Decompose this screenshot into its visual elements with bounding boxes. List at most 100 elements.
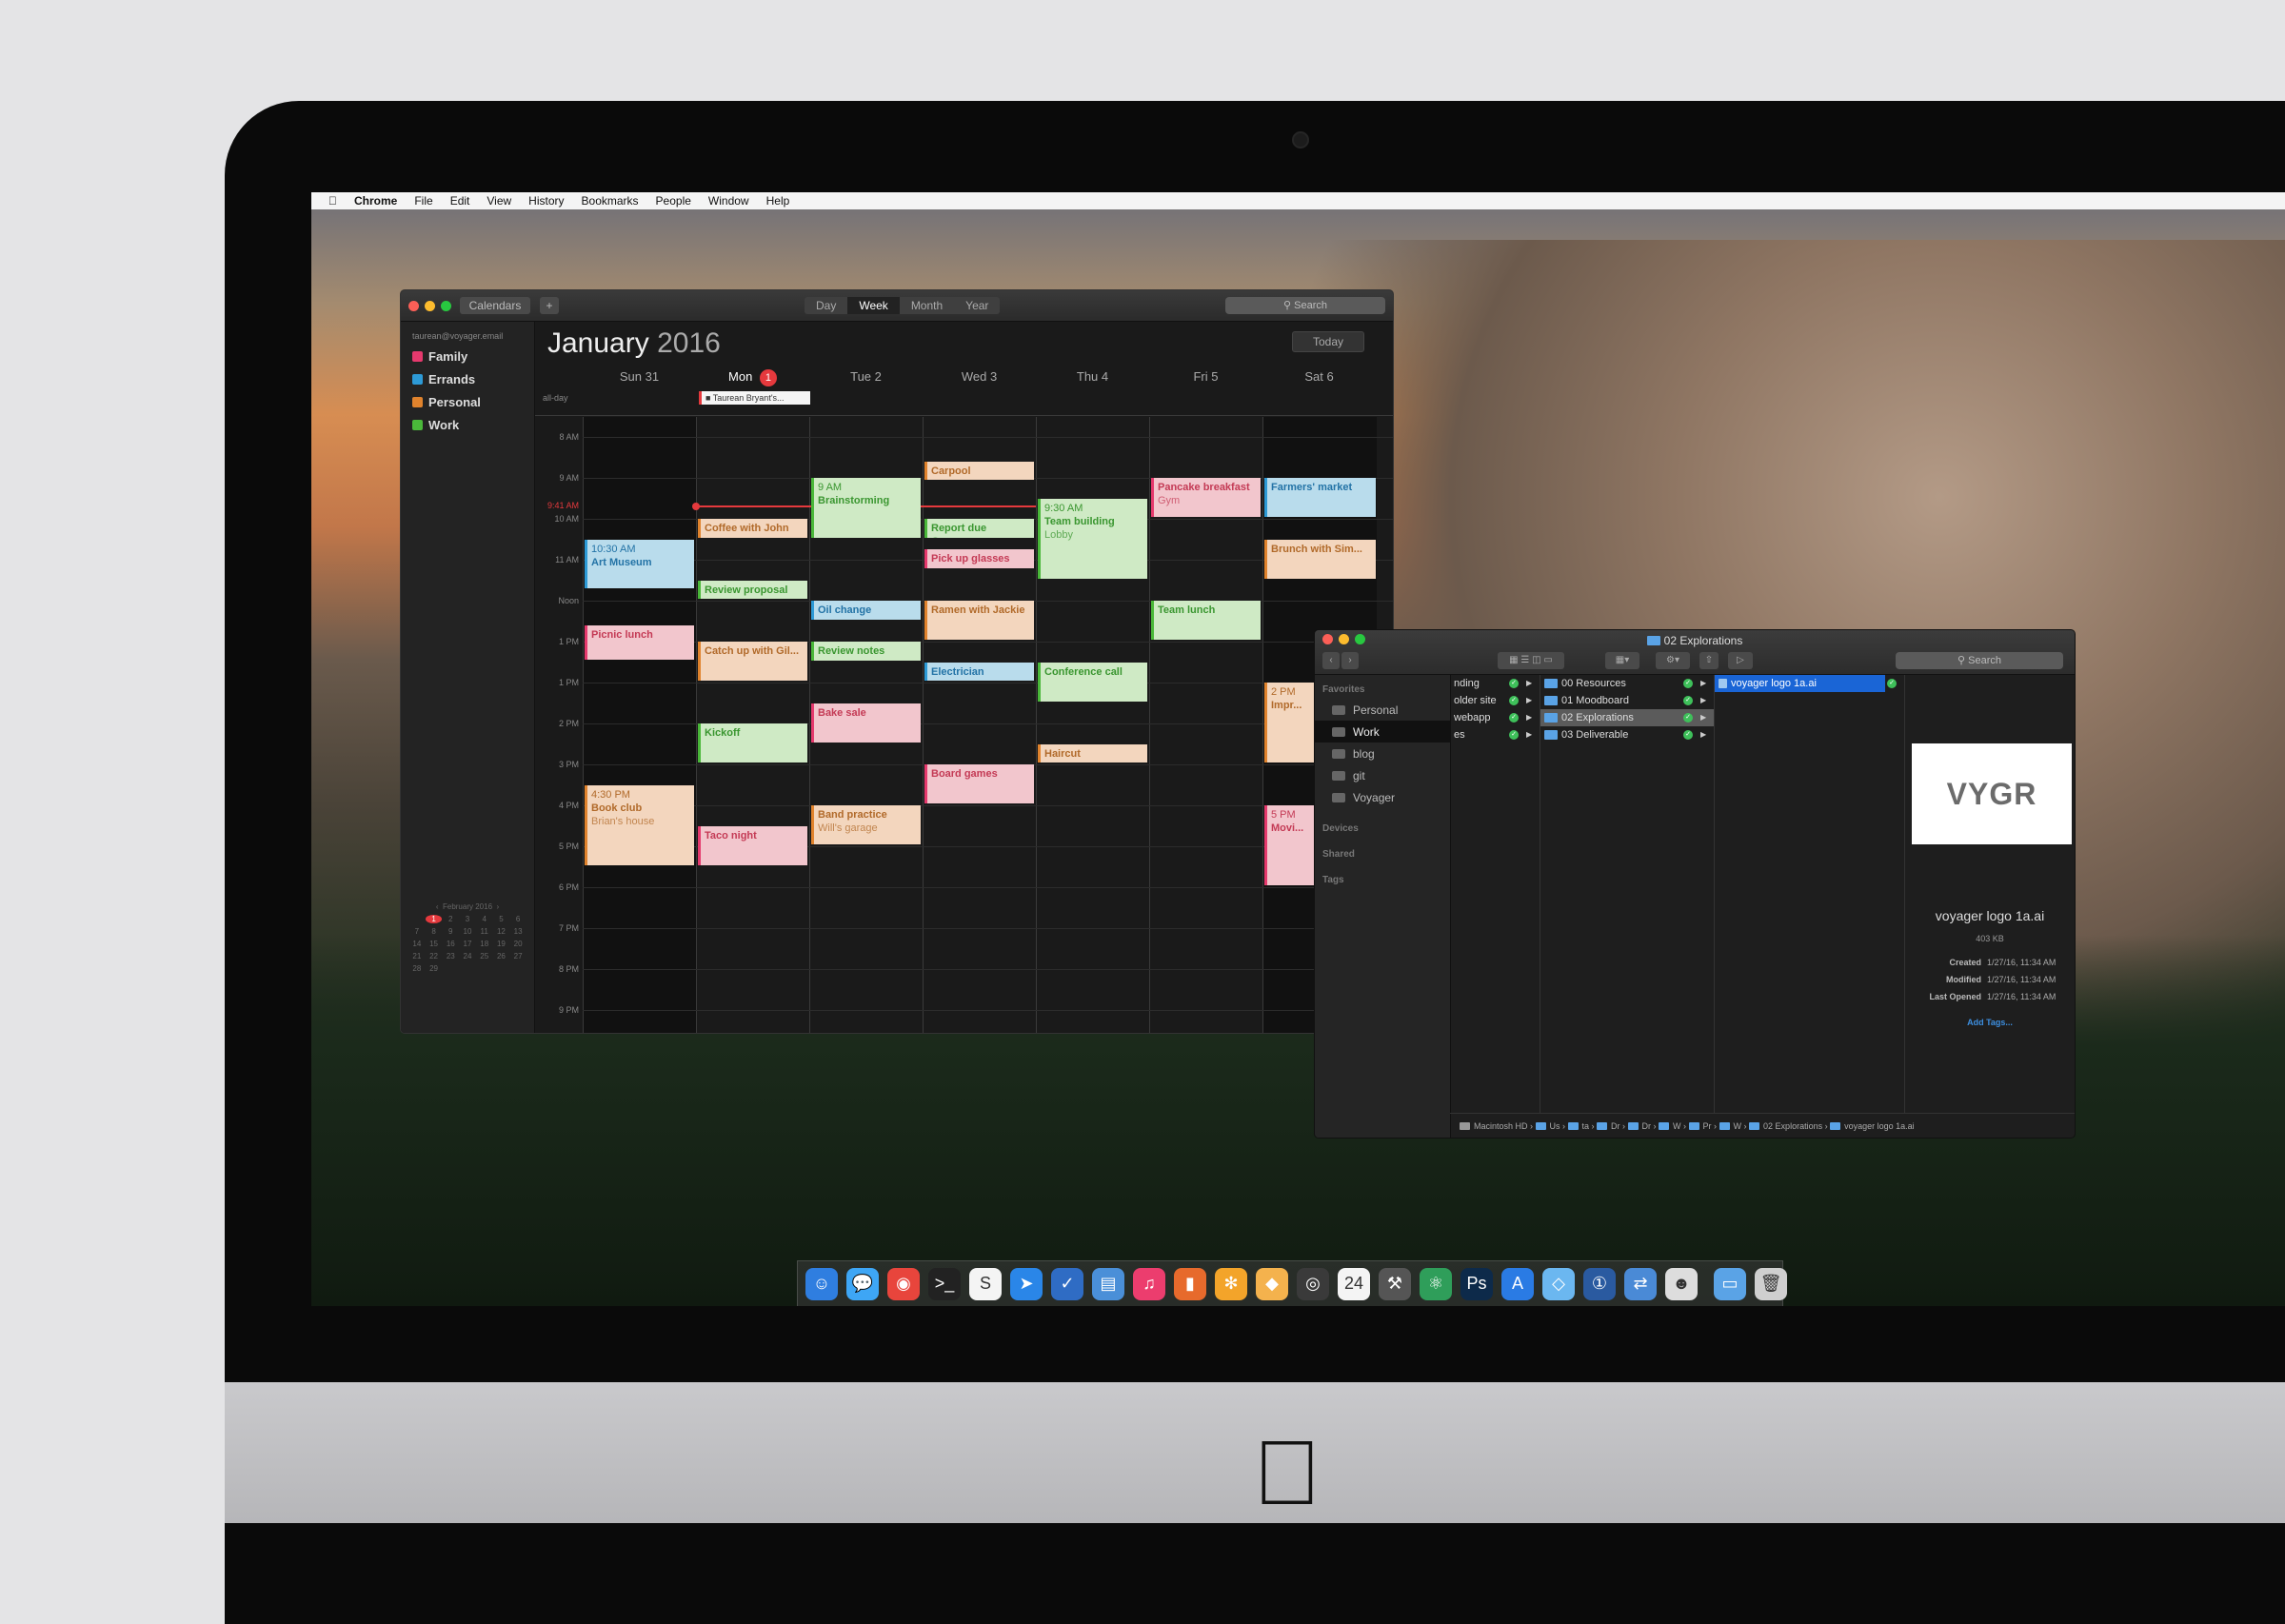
checkbox-icon[interactable]: [412, 397, 423, 407]
day-column[interactable]: [923, 417, 1037, 1033]
file-row[interactable]: nding ✓ ▶: [1450, 675, 1540, 692]
calendar-event[interactable]: Pancake breakfast Gym: [1151, 478, 1261, 517]
calendar-event[interactable]: Review proposal: [698, 580, 807, 599]
calendar-item-personal[interactable]: Personal: [412, 395, 534, 409]
menu-file[interactable]: File: [414, 194, 432, 208]
calendar-event[interactable]: 10:30 AM Art Museum: [585, 539, 694, 589]
mini-day[interactable]: 8: [426, 927, 443, 936]
mini-day[interactable]: 15: [426, 940, 443, 948]
mini-day[interactable]: 9: [442, 927, 459, 936]
dock-wunderlist-icon[interactable]: ✓: [1051, 1267, 1083, 1300]
sidebar-item-blog[interactable]: blog: [1315, 743, 1450, 764]
mini-day[interactable]: 20: [509, 940, 527, 948]
day-column[interactable]: [583, 417, 697, 1033]
finder-search-field[interactable]: ⚲ Search: [1896, 652, 2063, 669]
path-segment[interactable]: voyager logo 1a.ai: [1830, 1121, 1915, 1131]
path-segment[interactable]: W: [1719, 1121, 1741, 1131]
view-tab-year[interactable]: Year: [954, 297, 1000, 314]
menu-window[interactable]: Window: [708, 194, 749, 208]
dock-finder-icon[interactable]: ☺: [805, 1267, 838, 1300]
calendar-event[interactable]: Coffee with John: [698, 519, 807, 538]
mini-day[interactable]: 27: [509, 952, 527, 961]
all-day-event[interactable]: ■ Taurean Bryant's...: [699, 391, 810, 405]
dock-xcode-tools-icon[interactable]: ⚒: [1379, 1267, 1411, 1300]
mini-day[interactable]: 14: [408, 940, 426, 948]
calendar-event[interactable]: Haircut: [1038, 743, 1147, 762]
tags-button[interactable]: ▷: [1728, 652, 1753, 669]
dock-messages-icon[interactable]: 💬: [846, 1267, 879, 1300]
path-segment[interactable]: 02 Explorations: [1749, 1121, 1822, 1131]
dock-instruments-icon[interactable]: ◎: [1297, 1267, 1329, 1300]
dock-terminal-icon[interactable]: >_: [928, 1267, 961, 1300]
mini-day[interactable]: 3: [459, 915, 476, 923]
day-header-thu[interactable]: Thu 4: [1036, 369, 1149, 384]
dock-safari-icon[interactable]: ➤: [1010, 1267, 1043, 1300]
dock-1password-icon[interactable]: ①: [1583, 1267, 1616, 1300]
dock-books-icon[interactable]: ▮: [1174, 1267, 1206, 1300]
file-row[interactable]: 01 Moodboard ✓ ▶: [1540, 692, 1714, 709]
path-segment[interactable]: Us: [1535, 1121, 1560, 1131]
dock-downloads-icon[interactable]: ▭: [1714, 1267, 1746, 1300]
mini-day[interactable]: 12: [493, 927, 510, 936]
mini-day[interactable]: 4: [476, 915, 493, 923]
dock-chrome-icon[interactable]: ◉: [887, 1267, 920, 1300]
calendar-item-family[interactable]: Family: [412, 349, 534, 364]
file-row[interactable]: older site ✓ ▶: [1450, 692, 1540, 709]
mini-day[interactable]: 21: [408, 952, 426, 961]
arrange-button[interactable]: ▦▾: [1605, 652, 1639, 669]
icon-view-icon[interactable]: ▦: [1509, 655, 1518, 665]
calendar-event[interactable]: Review notes: [811, 642, 921, 661]
mini-day[interactable]: 10: [459, 927, 476, 936]
file-row[interactable]: webapp ✓ ▶: [1450, 709, 1540, 726]
checkbox-icon[interactable]: [412, 374, 423, 385]
dock-atom-icon[interactable]: ⚛: [1420, 1267, 1452, 1300]
view-tab-month[interactable]: Month: [900, 297, 954, 314]
chevron-right-icon[interactable]: ›: [496, 902, 499, 911]
action-button[interactable]: ⚙▾: [1656, 652, 1690, 669]
mini-day[interactable]: 13: [509, 927, 527, 936]
mini-day[interactable]: 16: [442, 940, 459, 948]
dock-slack-icon[interactable]: S: [969, 1267, 1002, 1300]
list-view-icon[interactable]: ☰: [1520, 655, 1529, 665]
checkbox-icon[interactable]: [412, 351, 423, 362]
calendar-event[interactable]: Band practice Will's garage: [811, 805, 921, 844]
path-segment[interactable]: Macintosh HD: [1460, 1121, 1528, 1131]
calendar-event[interactable]: Carpool: [924, 461, 1034, 481]
sidebar-item-git[interactable]: git: [1315, 764, 1450, 786]
dock-migration-icon[interactable]: ⇄: [1624, 1267, 1657, 1300]
minimize-button[interactable]: [425, 301, 435, 311]
dock-app-store-icon[interactable]: A: [1501, 1267, 1534, 1300]
calendar-event[interactable]: 4:30 PM Book club Brian's house: [585, 784, 694, 865]
menu-app-name[interactable]: Chrome: [354, 194, 397, 208]
calendar-event[interactable]: Ramen with Jackie: [924, 601, 1034, 640]
forward-button[interactable]: ›: [1341, 652, 1359, 669]
calendar-item-work[interactable]: Work: [412, 418, 534, 432]
mini-day[interactable]: 6: [509, 915, 527, 923]
file-row[interactable]: 00 Resources ✓ ▶: [1540, 675, 1714, 692]
calendar-event[interactable]: 9:30 AM Team building Lobby: [1038, 498, 1147, 579]
mini-day[interactable]: 24: [459, 952, 476, 961]
file-row[interactable]: voyager logo 1a.ai ✓: [1715, 675, 1897, 692]
calendar-event[interactable]: Board games: [924, 764, 1034, 803]
menu-bookmarks[interactable]: Bookmarks: [582, 194, 639, 208]
view-mode-buttons[interactable]: ▦ ☰ ◫ ▭: [1498, 652, 1564, 669]
share-button[interactable]: ⇧: [1699, 652, 1719, 669]
zoom-button[interactable]: [441, 301, 451, 311]
dock-preview-icon[interactable]: ▤: [1092, 1267, 1124, 1300]
chevron-left-icon[interactable]: ‹: [436, 902, 439, 911]
day-header-mon[interactable]: Mon 1: [696, 369, 809, 386]
calendar-event[interactable]: Catch up with Gil...: [698, 642, 807, 681]
calendar-event[interactable]: Farmers' market: [1264, 478, 1376, 517]
menu-edit[interactable]: Edit: [450, 194, 470, 208]
calendar-item-errands[interactable]: Errands: [412, 372, 534, 386]
day-header-sun[interactable]: Sun 31: [583, 369, 696, 384]
mini-day[interactable]: 11: [476, 927, 493, 936]
view-tab-day[interactable]: Day: [805, 297, 847, 314]
dock-github-icon[interactable]: ☻: [1665, 1267, 1698, 1300]
add-tags-link[interactable]: Add Tags...: [1905, 1018, 2075, 1027]
calendar-event[interactable]: Kickoff: [698, 723, 807, 762]
calendar-search-field[interactable]: ⚲ Search: [1225, 297, 1385, 314]
mini-day[interactable]: 23: [442, 952, 459, 961]
checkbox-icon[interactable]: [412, 420, 423, 430]
dock-calendar-icon[interactable]: 24: [1338, 1267, 1370, 1300]
